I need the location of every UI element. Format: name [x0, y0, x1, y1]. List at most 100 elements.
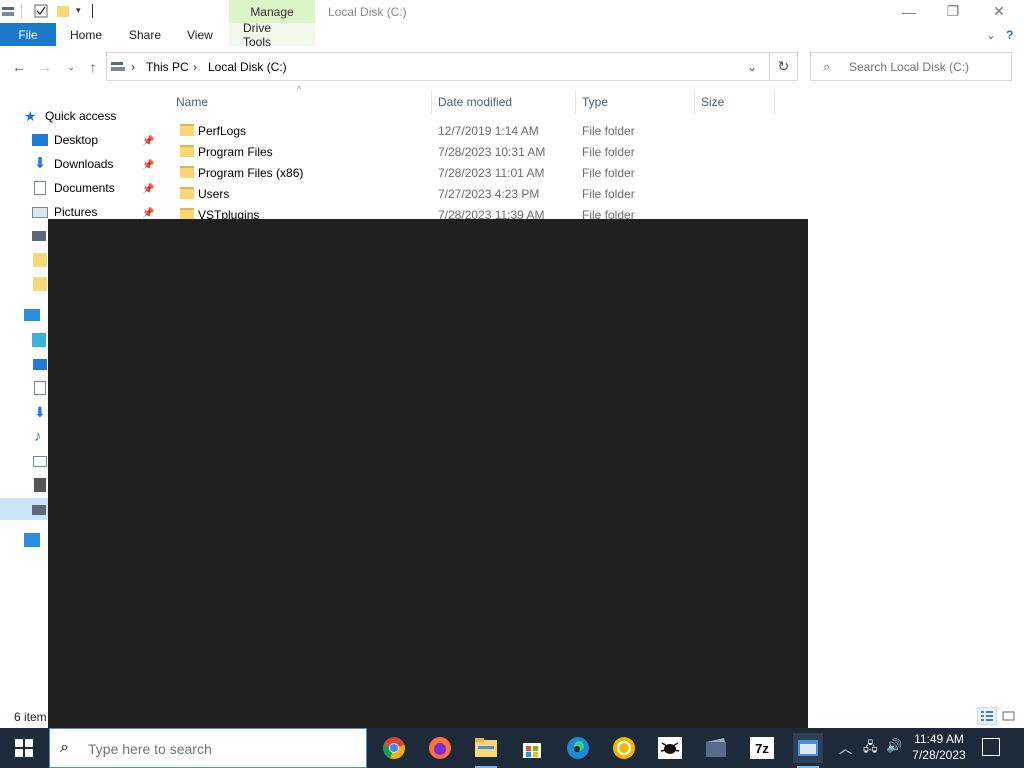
firefox-button[interactable] [425, 733, 455, 763]
file-type: File folder [582, 145, 635, 159]
back-button[interactable]: ← [10, 58, 28, 76]
table-row[interactable]: Users 7/27/2023 4:23 PM File folder [176, 183, 776, 204]
window-title: Local Disk (C:) [328, 5, 407, 19]
close-button[interactable]: ✕ [976, 0, 1022, 23]
sidebar-item-desktop[interactable]: Desktop [32, 129, 98, 151]
new-folder-icon[interactable] [56, 4, 70, 18]
pin-icon: 📌 [142, 208, 155, 219]
qat-customize-icon[interactable]: ▾ [76, 5, 90, 19]
address-dropdown-icon[interactable]: ⌄ [747, 60, 757, 74]
ribbon-expand-icon[interactable]: ⌄ [986, 23, 996, 46]
taskbar-search-input[interactable] [88, 739, 358, 759]
tab-drive-tools[interactable]: Drive Tools [229, 21, 315, 49]
folder-icon [33, 253, 47, 267]
chrome-button[interactable] [379, 733, 409, 763]
help-icon[interactable]: ? [1006, 23, 1013, 46]
file-date: 7/28/2023 10:31 AM [438, 145, 546, 159]
firefox-icon [429, 737, 451, 759]
drive-icon [111, 62, 125, 71]
pin-icon: 📌 [142, 136, 155, 147]
table-row[interactable]: Program Files 7/28/2023 10:31 AM File fo… [176, 141, 776, 162]
sidebar-item-label: Pictures [54, 205, 98, 219]
videos-icon [34, 478, 46, 492]
sidebar-item-quick-access[interactable]: ★ Quick access [24, 105, 116, 127]
sidebar-item-documents[interactable]: Documents [32, 177, 115, 199]
media-app-button[interactable] [701, 733, 731, 763]
sort-ascending-icon: ^ [297, 84, 302, 94]
breadcrumb-this-pc[interactable]: This PC [146, 60, 189, 74]
download-icon: ⬇ [33, 155, 47, 172]
search-input[interactable] [849, 58, 1007, 76]
qat-divider [21, 4, 22, 18]
star-icon: ★ [24, 108, 37, 124]
large-icons-view-button[interactable] [999, 707, 1019, 725]
file-type: File folder [582, 187, 635, 201]
edge-button[interactable] [563, 733, 593, 763]
column-header-label: Date modified [438, 95, 513, 109]
yellow-circle-app-icon [613, 737, 635, 759]
breadcrumb-separator[interactable]: › [131, 60, 135, 74]
tab-share[interactable]: Share [129, 23, 161, 46]
column-header-size[interactable]: Size [695, 90, 775, 114]
tab-home[interactable]: Home [70, 23, 102, 46]
desktop-icon [33, 359, 47, 370]
store-icon [523, 743, 541, 758]
restore-button[interactable]: ❐ [930, 0, 976, 23]
chevron-up-icon[interactable]: ︿ [839, 738, 852, 757]
column-header-date-modified[interactable]: Date modified [432, 90, 576, 114]
edge-icon [567, 737, 589, 759]
sidebar-item-downloads[interactable]: ⬇ Downloads [32, 153, 114, 175]
breadcrumb-local-disk[interactable]: Local Disk (C:) [208, 60, 287, 74]
volume-icon[interactable]: 🔊 [886, 738, 902, 754]
minimize-button[interactable]: — [886, 0, 932, 23]
bug-app-button[interactable] [655, 733, 685, 763]
sidebar-item-label: Documents [54, 181, 115, 195]
address-bar[interactable]: › This PC › Local Disk (C:) ⌄ [106, 52, 770, 81]
file-name: Program Files (x86) [198, 166, 304, 180]
pictures-icon [32, 206, 48, 218]
bug-app-icon [658, 737, 682, 759]
desktop-icon [32, 134, 48, 146]
file-explorer-button[interactable] [471, 733, 501, 768]
network-icon [24, 533, 40, 547]
ribbon-tabs: File Home Share View Drive Tools ⌄ ? [0, 21, 1024, 49]
file-type: File folder [582, 166, 635, 180]
taskbar-clock[interactable]: 11:49 AM 7/28/2023 [906, 731, 972, 763]
sidebar-item-label: Desktop [54, 133, 99, 147]
pictures-icon [33, 456, 47, 467]
properties-icon[interactable] [34, 4, 48, 18]
active-app-button[interactable] [793, 733, 823, 768]
taskbar: ⌕ 7z ︿ 🖧 🔊 11:49 AM 7/28/2023 [0, 728, 1024, 768]
qat-divider [92, 4, 93, 18]
title-bar: ▾ Manage Local Disk (C:) — ❐ ✕ [0, 0, 1024, 23]
tab-file[interactable]: File [0, 23, 56, 46]
table-row[interactable]: PerfLogs 12/7/2019 1:14 AM File folder [176, 120, 776, 141]
documents-icon [34, 381, 46, 395]
breadcrumb-separator[interactable]: › [193, 60, 197, 74]
table-row[interactable]: Program Files (x86) 7/28/2023 11:01 AM F… [176, 162, 776, 183]
refresh-button[interactable]: ↻ [770, 52, 798, 81]
start-button[interactable] [0, 728, 48, 768]
taskbar-search-box[interactable]: ⌕ [49, 728, 367, 768]
up-button[interactable]: ↑ [84, 58, 102, 76]
pin-icon: 📌 [142, 184, 155, 195]
notification-center-icon[interactable] [982, 738, 1000, 756]
search-box[interactable]: ⌕ [810, 52, 1012, 81]
tab-view[interactable]: View [187, 23, 213, 46]
window-app-icon [798, 740, 818, 756]
column-header-type[interactable]: Type [576, 90, 695, 114]
yellow-app-button[interactable] [609, 733, 639, 763]
drive-icon [32, 505, 46, 515]
seven-zip-button[interactable]: 7z [747, 733, 777, 763]
search-icon: ⌕ [60, 739, 69, 756]
drive-icon [32, 231, 46, 241]
forward-button[interactable]: → [36, 58, 54, 76]
download-icon: ⬇ [34, 404, 46, 420]
store-button[interactable] [517, 733, 547, 763]
recent-locations-button[interactable]: ⌄ [62, 58, 80, 76]
network-icon[interactable]: 🖧 [863, 738, 878, 760]
chrome-icon [383, 737, 405, 760]
details-view-button[interactable] [977, 707, 997, 725]
folder-icon [180, 124, 194, 136]
blank-overlay-window [48, 219, 808, 729]
